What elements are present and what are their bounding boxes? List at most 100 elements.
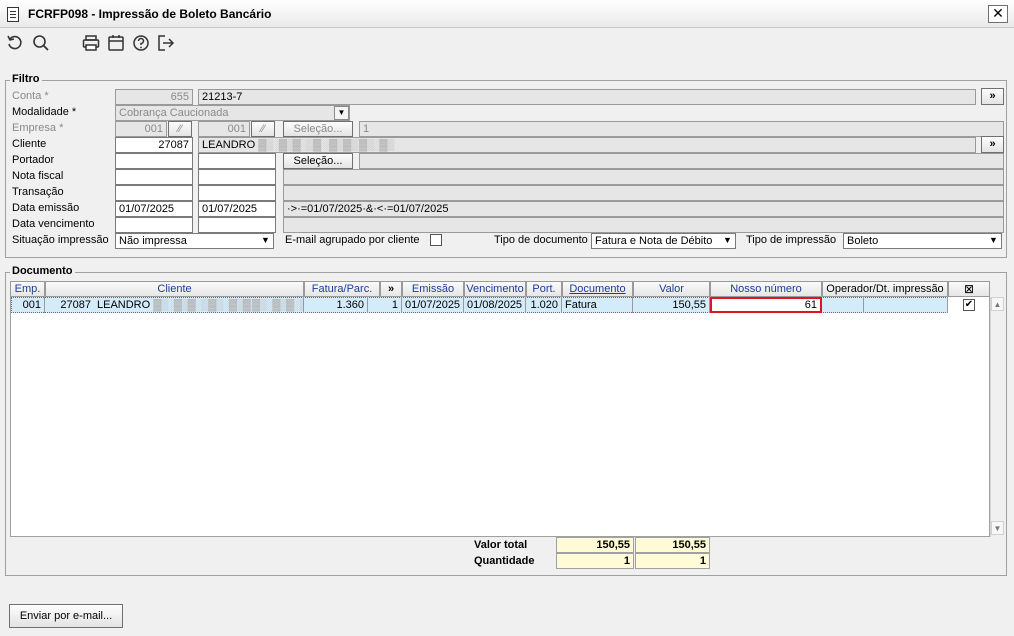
col-header-more[interactable]: » [380,281,402,297]
data-emissao-expr-field: ·>·=01/07/2025·&·<·=01/07/2025 [283,201,1004,217]
situacao-select[interactable]: Não impressa [115,233,274,249]
portador-label: Portador [12,154,55,166]
cell-operador [822,297,864,313]
modalidade-label: Modalidade * [12,106,77,118]
modalidade-dropdown-icon[interactable]: ▼ [334,106,349,120]
email-agrupado-label: E-mail agrupado por cliente [285,234,420,246]
cell-port: 1.020 [526,297,562,313]
document-grid [10,281,990,537]
col-header-vencimento[interactable]: Vencimento [464,281,526,297]
exit-icon[interactable] [156,33,176,53]
cliente-more-button[interactable]: » [981,136,1004,153]
empresa-code1-field[interactable]: 001 [115,121,167,137]
data-vencimento-to-field[interactable] [198,217,276,233]
portador-code2-field[interactable] [198,153,276,169]
calendar-icon[interactable] [106,33,126,53]
data-vencimento-expr-field [283,217,1004,233]
modalidade-select[interactable]: Cobrança Caucionada [115,105,350,121]
conta-code-field[interactable]: 655 [115,89,193,105]
col-header-valor[interactable]: Valor [633,281,710,297]
cliente-name-field: LEANDRO ▓▒░▓▒▓░▒▓ ░▓▒▓▒ ▓▒░▓▒ [198,137,976,153]
cell-documento: Fatura [562,297,633,313]
cell-cliente-redacted: ▓▒░▓▒▓░▒▓▒░▓▒▓ ▓▒░▓▒▓░▒ [153,299,304,311]
valor-total-1: 150,55 [556,537,634,553]
cell-emp: 001 [11,297,45,313]
search-icon[interactable] [31,33,51,53]
cell-parcela: 1 [368,297,402,313]
cliente-name-text: LEANDRO [202,139,256,151]
empresa-label: Empresa * [12,122,64,134]
nota-fiscal-expr-field [283,169,1004,185]
conta-desc-field: 21213-7 [198,89,976,105]
refresh-icon[interactable] [5,33,25,53]
col-header-cliente[interactable]: Cliente [45,281,304,297]
nota-fiscal-to-field[interactable] [198,169,276,185]
cell-fatura: 1.360 [304,297,368,313]
cliente-label: Cliente [12,138,47,150]
quantidade-label: Quantidade [474,555,535,567]
document-icon [7,7,19,22]
grid-scrollbar[interactable]: ▲ ▼ [990,297,1004,537]
cell-cliente-name: LEANDRO ▓▒░▓▒▓░▒▓▒░▓▒▓ ▓▒░▓▒▓░▒ [94,297,304,313]
cliente-code-field[interactable]: 27087 [115,137,193,153]
print-icon[interactable] [81,33,101,53]
valor-total-2: 150,55 [635,537,710,553]
window-title: FCRFP098 - Impressão de Boleto Bancário [28,7,272,21]
col-header-select-all[interactable]: ⊠ [948,281,990,297]
data-vencimento-label: Data vencimento [12,218,95,230]
cell-vencimento: 01/08/2025 [464,297,526,313]
nota-fiscal-label: Nota fiscal [12,170,64,182]
transacao-expr-field [283,185,1004,201]
col-header-emp[interactable]: Emp. [10,281,45,297]
conta-label: Conta * [12,90,49,102]
cell-nosso-numero[interactable]: 61 [710,297,822,313]
col-header-fatura[interactable]: Fatura/Parc. [304,281,380,297]
portador-code1-field[interactable] [115,153,193,169]
empresa-code2-field[interactable]: 001 [198,121,250,137]
valor-total-label: Valor total [474,539,528,551]
tipo-documento-label: Tipo de documento [494,234,588,246]
nota-fiscal-from-field[interactable] [115,169,193,185]
col-header-operador[interactable]: Operador/Dt. impressão [822,281,948,297]
cell-emissao: 01/07/2025 [402,297,464,313]
data-emissao-from-field[interactable]: 01/07/2025 [115,201,193,217]
cell-valor: 150,55 [633,297,710,313]
scroll-down-icon[interactable]: ▼ [991,521,1004,535]
situacao-label: Situação impressão [12,234,109,246]
send-email-button[interactable]: Enviar por e-mail... [9,604,123,628]
conta-more-button[interactable]: » [981,88,1004,105]
email-agrupado-checkbox[interactable] [430,234,442,246]
tipo-impressao-label: Tipo de impressão [746,234,837,246]
data-emissao-label: Data emissão [12,202,80,214]
quantidade-2: 1 [635,553,710,569]
col-header-documento[interactable]: Documento [562,281,633,297]
empresa-selecao-button[interactable]: Seleção... [283,121,353,137]
portador-selecao-button[interactable]: Seleção... [283,153,353,169]
transacao-label: Transação [12,186,64,198]
cell-cliente-code: 27087 [60,299,91,311]
transacao-to-field[interactable] [198,185,276,201]
tipo-impressao-select[interactable]: Boleto [843,233,1002,249]
close-button[interactable]: ✕ [988,5,1008,23]
document-group-label: Documento [10,265,75,277]
cliente-name-redacted: ▓▒░▓▒▓░▒▓ ░▓▒▓▒ ▓▒░▓▒ [258,139,394,151]
tipo-impressao-dropdown-icon[interactable]: ▼ [986,234,1001,248]
quantidade-1: 1 [556,553,634,569]
transacao-from-field[interactable] [115,185,193,201]
data-emissao-to-field[interactable]: 01/07/2025 [198,201,276,217]
empresa-range-icon[interactable]: ⁄⁄ [168,121,192,137]
help-icon[interactable] [131,33,151,53]
row-select-checkbox[interactable]: ✔ [963,299,975,311]
cell-dt-impressao [864,297,948,313]
empresa-range2-icon[interactable]: ⁄⁄ [251,121,275,137]
cell-cliente-name-text: LEANDRO [97,299,151,311]
filter-group-label: Filtro [10,73,42,85]
situacao-dropdown-icon[interactable]: ▼ [258,234,273,248]
tipo-documento-select[interactable]: Fatura e Nota de Débito [591,233,736,249]
col-header-nosso-numero[interactable]: Nosso número [710,281,822,297]
col-header-port[interactable]: Port. [526,281,562,297]
scroll-up-icon[interactable]: ▲ [991,297,1004,311]
data-vencimento-from-field[interactable] [115,217,193,233]
tipo-documento-dropdown-icon[interactable]: ▼ [720,234,735,248]
col-header-emissao[interactable]: Emissão [402,281,464,297]
